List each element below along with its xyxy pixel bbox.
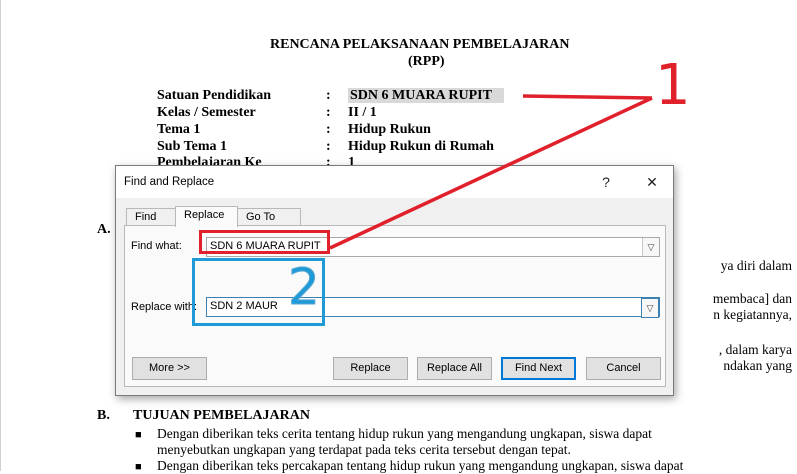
annotation-step-2: 2 <box>288 258 321 316</box>
tab-replace[interactable]: Replace <box>175 206 238 227</box>
annotation-step-1: 1 <box>655 53 691 118</box>
tab-replace-label: Replace <box>184 209 225 221</box>
annotation-red-box <box>199 230 330 254</box>
annotation-line <box>329 96 653 250</box>
annotation-line <box>522 94 653 100</box>
